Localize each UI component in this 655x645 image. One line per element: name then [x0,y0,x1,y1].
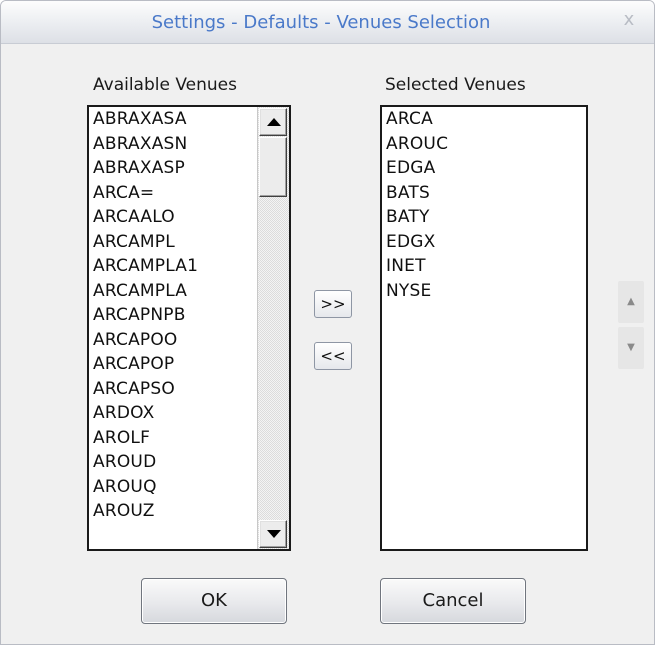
title-bar[interactable]: Settings - Defaults - Venues Selection x [1,1,654,44]
selected-venues-list[interactable]: ARCA AROUC EDGA BATS BATY EDGX INET NYSE [380,105,588,551]
list-item[interactable]: AROUC [386,132,586,157]
window-title: Settings - Defaults - Venues Selection [151,12,491,33]
ok-button[interactable]: OK [141,578,287,624]
selected-venues-label: Selected Venues [385,75,526,95]
add-venue-button[interactable]: >> [314,290,352,318]
cancel-button[interactable]: Cancel [380,578,526,624]
list-item[interactable]: ARCA [386,107,586,132]
available-venues-label: Available Venues [93,75,237,95]
selected-venues-items: ARCA AROUC EDGA BATS BATY EDGX INET NYSE [386,107,586,303]
scroll-down-button[interactable] [259,520,287,548]
scroll-up-button[interactable] [259,108,287,136]
remove-venue-button[interactable]: << [314,342,352,370]
list-item[interactable]: BATY [386,205,586,230]
available-venues-list[interactable]: ABRAXASA ABRAXASN ABRAXASP ARCA= ARCAALO ARCA… [87,105,291,551]
list-item[interactable]: NYSE [386,279,586,304]
move-up-button[interactable]: ▲ [618,281,644,323]
arrow-down-icon: ▼ [627,342,635,353]
list-item[interactable]: EDGA [386,156,586,181]
close-icon[interactable]: x [618,9,640,31]
venues-selection-dialog: Settings - Defaults - Venues Selection x… [0,0,655,645]
arrow-down-icon [267,530,281,538]
arrow-up-icon: ▲ [627,296,635,307]
available-venues-scrollbar[interactable] [257,107,289,549]
arrow-up-icon [267,118,281,126]
list-item[interactable]: EDGX [386,230,586,255]
move-down-button[interactable]: ▼ [618,327,644,369]
scroll-thumb[interactable] [259,137,287,197]
list-item[interactable]: INET [386,254,586,279]
list-item[interactable]: BATS [386,181,586,206]
